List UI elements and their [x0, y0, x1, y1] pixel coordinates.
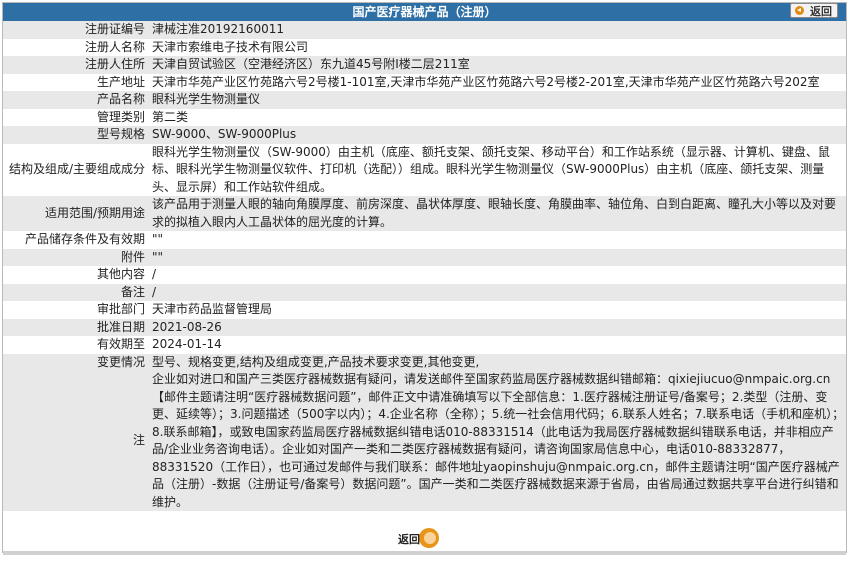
- table-row: 结构及组成/主要组成成分 眼科光学生物测量仪（SW-9000）由主机（底座、额托支…: [3, 143, 846, 196]
- table-row: 注册证编号 津械注准20192160011: [3, 21, 846, 39]
- table-row: 批准日期 2021-08-26: [3, 318, 846, 336]
- field-value: 2024-01-14: [148, 336, 846, 354]
- field-value: 天津市华苑产业区竹苑路六号2号楼1-101室,天津市华苑产业区竹苑路六号2号楼2…: [148, 73, 846, 91]
- field-label: 备注: [3, 283, 148, 301]
- bottom-scroll-edge: [3, 551, 846, 555]
- field-value: /: [148, 266, 846, 284]
- back-circle-icon: [419, 528, 439, 548]
- back-button-label: 返回: [810, 5, 832, 18]
- field-label: 审批部门: [3, 301, 148, 319]
- back-button-label: 返回: [398, 533, 420, 546]
- field-label: 产品储存条件及有效期: [3, 231, 148, 249]
- field-value: 企业如对进口和国产三类医疗器械数据有疑问，请发送邮件至国家药监局医疗器械数据纠错…: [148, 371, 846, 511]
- field-value: SW-9000、SW-9000Plus: [148, 126, 846, 144]
- field-value: 眼科光学生物测量仪（SW-9000）由主机（底座、额托支架、颌托支架、移动平台）…: [148, 143, 846, 196]
- back-button-bottom[interactable]: 返回: [398, 528, 439, 548]
- field-label: 附件: [3, 248, 148, 266]
- field-value: 天津市索维电子技术有限公司: [148, 38, 846, 56]
- table-row: 管理类别 第二类: [3, 108, 846, 126]
- field-label: 生产地址: [3, 73, 148, 91]
- table-row: 其他内容 /: [3, 266, 846, 284]
- field-label: 变更情况: [3, 353, 148, 371]
- back-button-top[interactable]: 返回: [790, 3, 838, 18]
- field-value: 津械注准20192160011: [148, 21, 846, 39]
- field-value: 眼科光学生物测量仪: [148, 91, 846, 109]
- field-label: 注册人名称: [3, 38, 148, 56]
- table-row: 变更情况 型号、规格变更,结构及组成变更,产品技术要求变更,其他变更,: [3, 353, 846, 371]
- table-row: 适用范围/预期用途 该产品用于测量人眼的轴向角膜厚度、前房深度、晶状体厚度、眼轴长…: [3, 196, 846, 231]
- table-row: 生产地址 天津市华苑产业区竹苑路六号2号楼1-101室,天津市华苑产业区竹苑路六号…: [3, 73, 846, 91]
- field-value: "": [148, 231, 846, 249]
- header-bar: 国产医疗器械产品（注册）: [3, 3, 846, 21]
- table-row: 注册人名称 天津市索维电子技术有限公司: [3, 38, 846, 56]
- table-row: 型号规格 SW-9000、SW-9000Plus: [3, 126, 846, 144]
- field-value: 第二类: [148, 108, 846, 126]
- table-row: 审批部门 天津市药品监督管理局: [3, 301, 846, 319]
- table-row: 产品名称 眼科光学生物测量仪: [3, 91, 846, 109]
- field-value: 天津市药品监督管理局: [148, 301, 846, 319]
- field-label: 管理类别: [3, 108, 148, 126]
- field-label: 批准日期: [3, 318, 148, 336]
- page-title: 国产医疗器械产品（注册）: [352, 5, 497, 19]
- table-row: 产品储存条件及有效期 "": [3, 231, 846, 249]
- table-row: 附件 "": [3, 248, 846, 266]
- table-row: 有效期至 2024-01-14: [3, 336, 846, 354]
- field-value: /: [148, 283, 846, 301]
- table-row: 注企业如对进口和国产三类医疗器械数据有疑问，请发送邮件至国家药监局医疗器械数据纠…: [3, 371, 846, 511]
- info-table: 注册证编号 津械注准20192160011 注册人名称 天津市索维电子技术有限公司 …: [3, 21, 846, 511]
- field-value: 型号、规格变更,结构及组成变更,产品技术要求变更,其他变更,: [148, 353, 846, 371]
- back-arrow-icon: [795, 6, 804, 15]
- field-value: 天津自贸试验区（空港经济区）东九道45号附Ⅰ楼二层211室: [148, 56, 846, 74]
- page: 国产医疗器械产品（注册） 返回 注册证编号 津械注准20192160011 注册人…: [0, 0, 850, 563]
- field-label: 型号规格: [3, 126, 148, 144]
- field-label: 结构及组成/主要组成成分: [3, 143, 148, 196]
- field-label: 注册人住所: [3, 56, 148, 74]
- field-label: 产品名称: [3, 91, 148, 109]
- field-label: 有效期至: [3, 336, 148, 354]
- field-label: 适用范围/预期用途: [3, 196, 148, 231]
- field-value: "": [148, 248, 846, 266]
- table-row: 注册人住所 天津自贸试验区（空港经济区）东九道45号附Ⅰ楼二层211室: [3, 56, 846, 74]
- table-row: 备注 /: [3, 283, 846, 301]
- field-value: 该产品用于测量人眼的轴向角膜厚度、前房深度、晶状体厚度、眼轴长度、角膜曲率、轴位…: [148, 196, 846, 231]
- field-label: 注册证编号: [3, 21, 148, 39]
- field-label: 其他内容: [3, 266, 148, 284]
- field-value: 2021-08-26: [148, 318, 846, 336]
- field-label: 注: [3, 371, 148, 511]
